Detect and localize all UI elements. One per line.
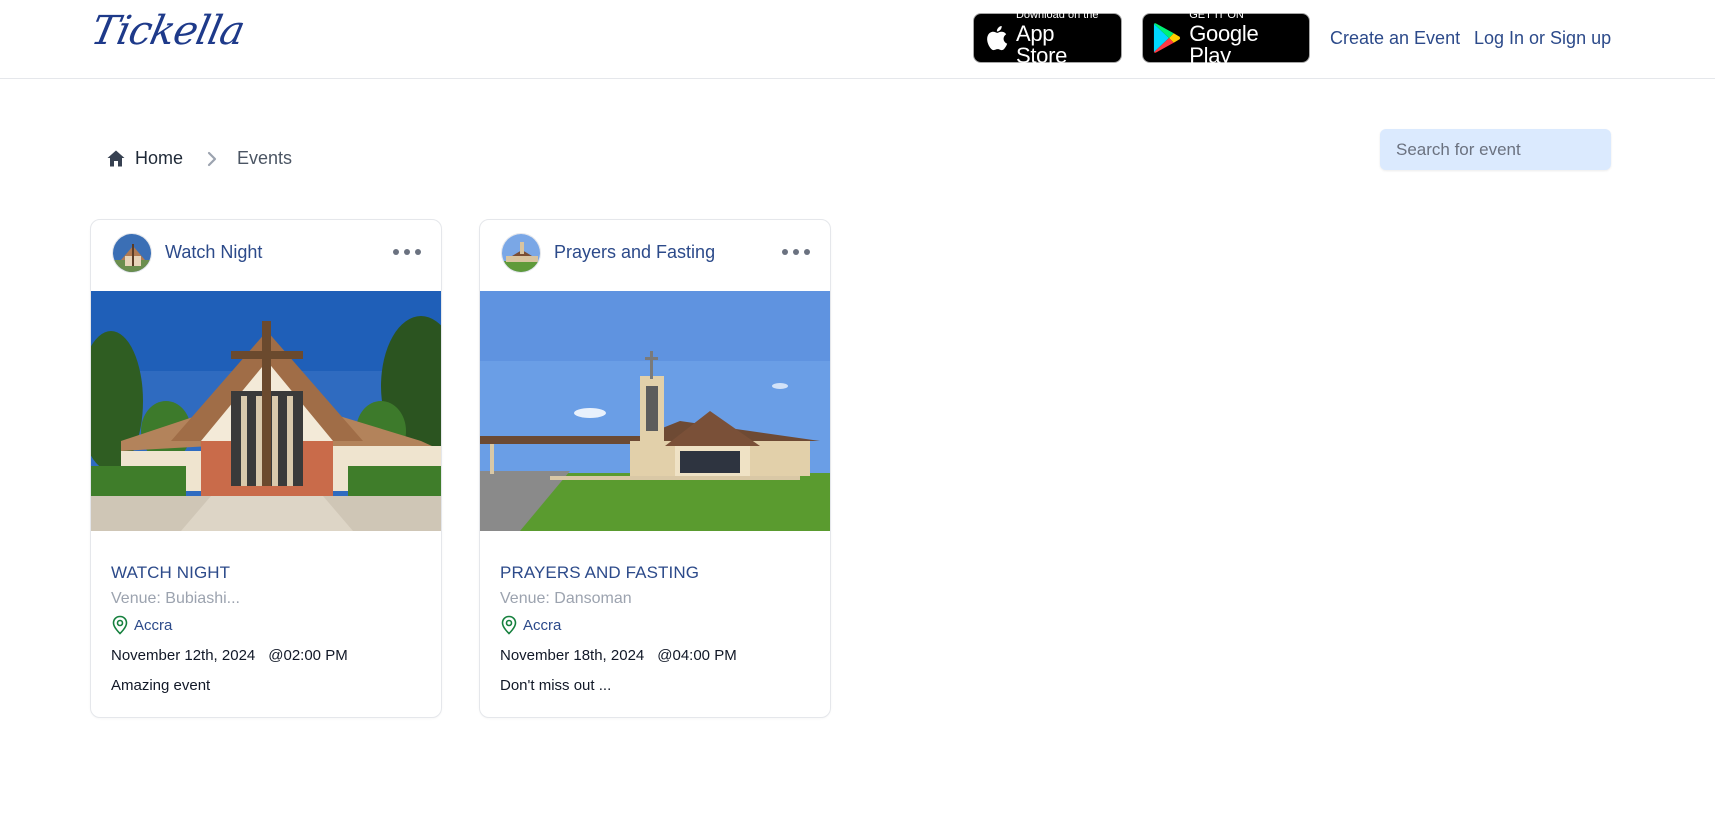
search-input[interactable]	[1380, 129, 1611, 170]
event-card-body: PRAYERS AND FASTING Venue: Dansoman Accr…	[500, 563, 814, 694]
login-signup-link[interactable]: Log In or Sign up	[1474, 28, 1611, 49]
event-title[interactable]: PRAYERS AND FASTING	[500, 563, 814, 583]
breadcrumb-current: Events	[237, 148, 293, 168]
map-pin-icon	[501, 615, 517, 635]
breadcrumb: Home Events	[107, 148, 292, 169]
home-icon	[107, 150, 125, 167]
event-venue: Venue: Bubiashi...	[111, 590, 240, 607]
event-card-name[interactable]: Prayers and Fasting	[554, 242, 715, 263]
event-location: Accra	[111, 615, 425, 635]
event-avatar	[501, 233, 541, 273]
event-card[interactable]: Prayers and Fasting PRAYERS AND FASTING …	[479, 219, 831, 718]
event-description: Amazing event	[111, 677, 211, 694]
event-image[interactable]	[480, 291, 831, 531]
top-nav: Tickella Download on the App Store GET I…	[0, 0, 1715, 79]
tickella-logo[interactable]: Tickella	[87, 8, 248, 54]
google-play-badge[interactable]: GET IT ON Google Play	[1142, 8, 1310, 66]
google-play-big-text: Google Play	[1189, 20, 1259, 68]
google-play-small-text: GET IT ON	[1189, 8, 1244, 21]
event-description: Don't miss out ...	[500, 677, 612, 694]
event-time: @02:00 PM	[268, 647, 348, 664]
event-datetime: November 12th, 2024 @02:00 PM	[111, 647, 425, 664]
event-card-body: WATCH NIGHT Venue: Bubiashi... Accra Nov…	[111, 563, 425, 694]
event-card-header: Watch Night	[91, 220, 441, 291]
event-date: November 18th, 2024	[500, 647, 645, 664]
event-card[interactable]: Watch Night WATCH NIGHT Venue: Bubiashi.…	[90, 219, 442, 718]
breadcrumb-home-label: Home	[135, 148, 184, 168]
event-city: Accra	[523, 616, 562, 634]
event-image[interactable]	[91, 291, 442, 531]
google-play-icon	[1153, 23, 1181, 53]
app-store-big-text: App Store	[1015, 20, 1068, 68]
map-pin-icon	[112, 615, 128, 635]
event-venue: Venue: Dansoman	[500, 590, 632, 607]
breadcrumb-home[interactable]: Home	[107, 148, 183, 169]
more-horizontal-icon[interactable]	[782, 242, 810, 262]
apple-icon	[987, 26, 1008, 51]
event-title[interactable]: WATCH NIGHT	[111, 563, 425, 583]
create-event-link[interactable]: Create an Event	[1330, 28, 1460, 49]
event-datetime: November 18th, 2024 @04:00 PM	[500, 647, 814, 664]
app-store-small-text: Download on the	[1015, 8, 1099, 21]
chevron-right-icon	[207, 151, 217, 167]
app-store-badge[interactable]: Download on the App Store	[973, 8, 1122, 66]
event-location: Accra	[500, 615, 814, 635]
event-city: Accra	[134, 616, 173, 634]
more-horizontal-icon[interactable]	[393, 242, 421, 262]
event-date: November 12th, 2024	[111, 647, 256, 664]
event-card-name[interactable]: Watch Night	[165, 242, 262, 263]
event-card-header: Prayers and Fasting	[480, 220, 830, 291]
event-avatar	[112, 233, 152, 273]
event-time: @04:00 PM	[657, 647, 737, 664]
